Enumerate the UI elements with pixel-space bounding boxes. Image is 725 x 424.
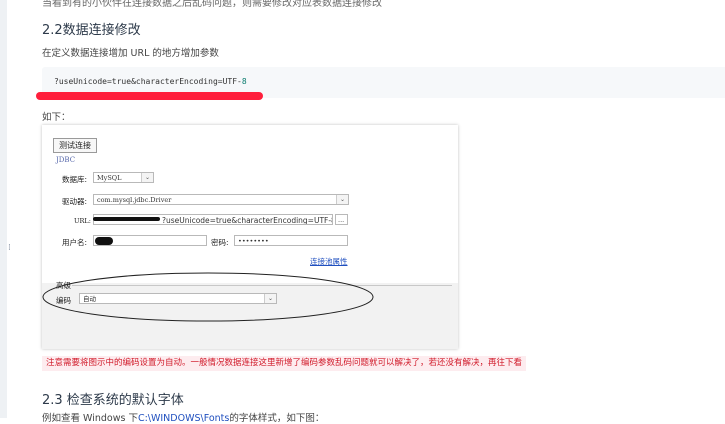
section-title: 2.2数据连接修改	[42, 23, 141, 38]
intro-text: 在定义数据连接增加 URL 的地方增加参数	[42, 48, 219, 59]
cut-off-paragraph: 当看到有的小伙伴在连接数据之后乱码问题，则需要修改对应表数据连接修改	[42, 0, 382, 9]
code-line: ?useUnicode=true&characterEncoding=UTF-8	[54, 77, 247, 86]
dialog-screenshot: 测试连接 JDBC 数据库: MySQL ⌄ 驱动器: com.mysql.jd…	[42, 125, 458, 349]
annotation-ellipse	[42, 272, 374, 322]
as-below-text: 如下：	[42, 112, 71, 123]
warning-note: 注意需要将图示中的编码设置为自动。一般情况数据连接这里新增了编码参数乱码问题就可…	[42, 356, 527, 371]
section-title: 2.3 检查系统的默认字体	[42, 393, 184, 408]
drag-handle-icon[interactable]: ⁞	[8, 244, 11, 253]
left-rail	[0, 0, 7, 418]
section-intro: 例如查看 Windows 下C:\WINDOWS\Fonts的字体样式，如下图：	[42, 413, 325, 424]
red-highlight-stroke	[36, 92, 263, 100]
